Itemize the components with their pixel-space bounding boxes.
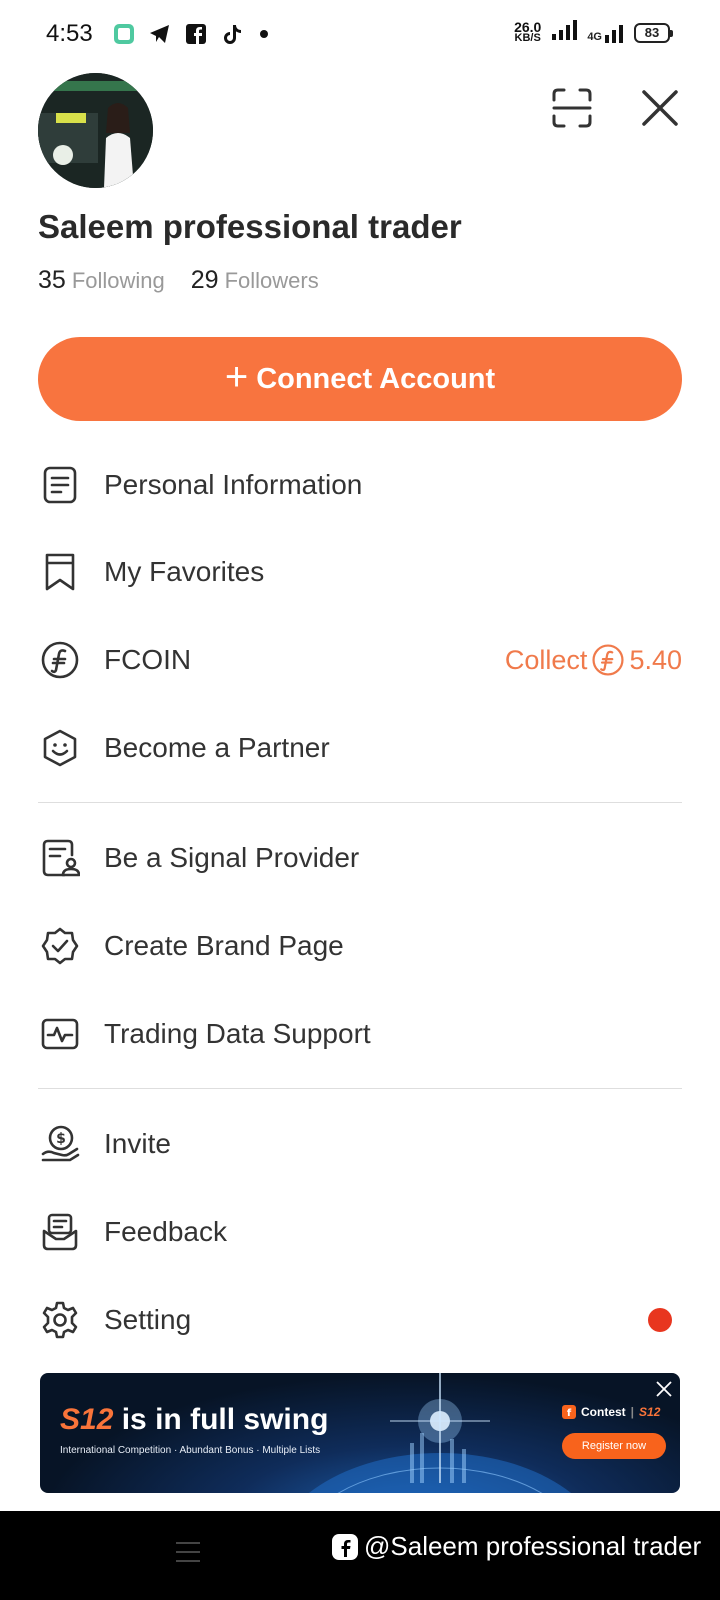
menu-label: Setting (104, 1304, 192, 1335)
fcoin-value: 5.40 (629, 644, 682, 675)
facebook-icon (184, 22, 208, 46)
battery-icon: 83 (634, 22, 673, 43)
verified-badge-icon (38, 924, 82, 968)
menu-item-trading-data-support[interactable]: Trading Data Support (38, 1004, 682, 1064)
telegram-icon (148, 22, 172, 46)
feedback-mailbox-icon (38, 1210, 82, 1254)
contest-logo-icon: f (562, 1405, 576, 1419)
signal-provider-icon (38, 836, 82, 880)
watermark: @Saleem professional trader (332, 1531, 701, 1562)
connect-account-label: Connect Account (256, 362, 496, 395)
globe-graphic (308, 1373, 572, 1493)
document-icon (38, 463, 82, 507)
menu-item-signal-provider[interactable]: Be a Signal Provider (38, 828, 682, 888)
follow-stats: 35 Following 29 Followers (38, 266, 339, 295)
menu-label: Feedback (104, 1216, 227, 1247)
notification-icons (112, 22, 268, 46)
register-now-button[interactable]: Register now (562, 1433, 666, 1459)
menu-item-setting[interactable]: Setting (38, 1290, 682, 1350)
promo-banner[interactable]: S12 is in full swing International Compe… (40, 1373, 680, 1493)
notification-dot (648, 1308, 672, 1332)
divider (38, 802, 682, 803)
banner-subtitle: International Competition · Abundant Bon… (60, 1445, 321, 1456)
invite-money-icon: $ (38, 1122, 82, 1166)
gear-icon (38, 1298, 82, 1342)
system-indicators: 26.0 KB/S 4G 83 (514, 18, 673, 45)
svg-text:f: f (567, 1408, 572, 1419)
fcoin-icon (38, 638, 82, 682)
fcoin-collect[interactable]: Collect 5.40 (505, 643, 682, 677)
menu-label: Invite (104, 1128, 171, 1159)
menu-item-personal-information[interactable]: Personal Information (38, 455, 682, 515)
fcoin-small-icon (591, 643, 625, 677)
scan-icon (552, 88, 592, 128)
network-speed: 26.0 KB/S (514, 18, 542, 44)
connect-account-button[interactable]: + Connect Account (38, 337, 682, 421)
close-icon (656, 1381, 672, 1397)
bookmark-icon (38, 550, 82, 594)
status-time: 4:53 (46, 20, 93, 47)
menu-label: Personal Information (104, 469, 363, 500)
recent-apps-button[interactable] (176, 1541, 200, 1563)
menu-item-invite[interactable]: $ Invite (38, 1114, 682, 1174)
menu-label: My Favorites (104, 556, 265, 587)
followers-count[interactable]: 29 (191, 266, 219, 295)
close-button[interactable] (636, 84, 684, 132)
plus-icon: + (224, 355, 249, 399)
divider (38, 1088, 682, 1089)
close-icon (642, 90, 678, 126)
menu-icon (176, 1542, 200, 1562)
following-label[interactable]: Following (72, 268, 165, 294)
followers-label[interactable]: Followers (225, 268, 319, 294)
partner-shield-icon (38, 726, 82, 770)
banner-title: S12 is in full swing (60, 1403, 329, 1436)
svg-text:$: $ (56, 1131, 66, 1147)
following-count[interactable]: 35 (38, 266, 66, 295)
activity-monitor-icon (38, 1012, 82, 1056)
facebook-icon (332, 1533, 358, 1560)
menu-label: Create Brand Page (104, 930, 344, 961)
menu-item-create-brand-page[interactable]: Create Brand Page (38, 916, 682, 976)
menu-item-my-favorites[interactable]: My Favorites (38, 542, 682, 602)
signal-icon (551, 20, 578, 45)
menu-item-fcoin[interactable]: FCOIN Collect 5.40 (38, 630, 682, 690)
avatar[interactable] (38, 73, 153, 188)
app-notification-icon (112, 22, 136, 46)
banner-close-button[interactable] (654, 1379, 674, 1399)
system-navigation-bar: @Saleem professional trader (0, 1511, 720, 1600)
status-bar: 4:53 26.0 KB/S 4G 83 (0, 0, 720, 72)
menu-label: Be a Signal Provider (104, 842, 360, 873)
collect-label: Collect (504, 644, 588, 675)
menu-item-feedback[interactable]: Feedback (38, 1202, 682, 1262)
more-notifications-dot (260, 30, 268, 38)
menu-label: Trading Data Support (104, 1018, 371, 1049)
scan-button[interactable] (548, 84, 596, 132)
banner-contest: f Contest | S12 (562, 1405, 660, 1419)
tiktok-icon (220, 22, 244, 46)
menu-label: Become a Partner (104, 732, 330, 763)
menu-item-become-partner[interactable]: Become a Partner (38, 718, 682, 778)
menu-label: FCOIN (104, 644, 192, 675)
4g-signal-icon: 4G (587, 23, 624, 43)
profile-name: Saleem professional trader (38, 208, 462, 245)
